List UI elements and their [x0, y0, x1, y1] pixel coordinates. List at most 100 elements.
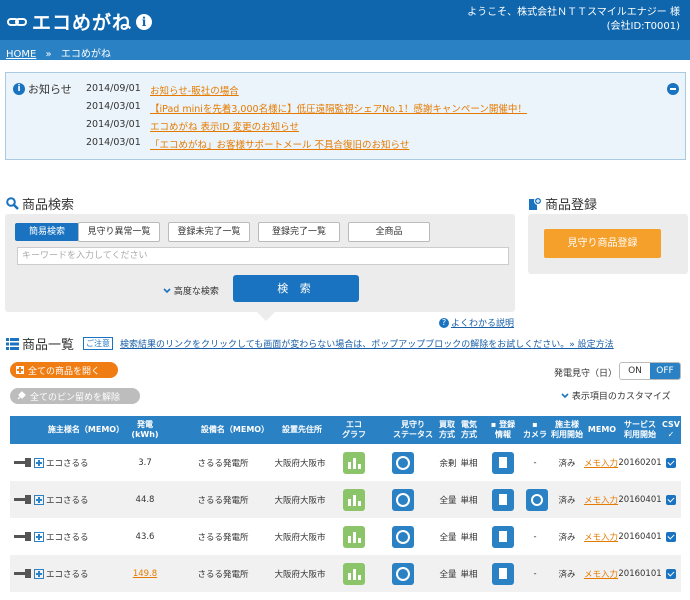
registration-icon[interactable] [492, 525, 514, 548]
device-cell: さるる発電所 [197, 458, 249, 469]
pin-icon[interactable] [14, 532, 34, 541]
graph-icon[interactable] [343, 488, 365, 511]
customize-columns[interactable]: 表示項目のカスタマイズ [561, 389, 671, 402]
news-panel: i お知らせ 2014/09/01 お知らせ-販社の場合 2014/03/01 … [5, 72, 686, 160]
toggle-on[interactable]: ON [620, 363, 650, 379]
col-graph-line2: グラフ [342, 430, 366, 439]
pin-icon[interactable] [14, 495, 34, 504]
col-buy-line2: 方式 [439, 430, 455, 439]
pin-icon[interactable] [14, 458, 34, 467]
search-button[interactable]: 検 索 [233, 275, 359, 302]
tab-all-products[interactable]: 全商品 [348, 222, 430, 242]
graph-icon[interactable] [343, 525, 365, 548]
memo-cell: メモ入力 [584, 481, 618, 518]
elec-cell: 単相 [460, 495, 478, 506]
memo-link[interactable]: メモ入力 [584, 457, 618, 469]
registration-icon[interactable] [492, 488, 514, 511]
tab-complete[interactable]: 登録完了一覧 [258, 222, 340, 242]
pin-icon[interactable] [14, 569, 34, 578]
csv-checkbox[interactable] [666, 568, 676, 579]
col-service-start[interactable]: サービス 利用開始 [620, 416, 660, 444]
expand-icon[interactable] [34, 494, 44, 505]
news-link[interactable]: エコめがね 表示ID 変更のお知らせ [150, 119, 299, 137]
news-title: お知らせ [28, 83, 72, 96]
registration-icon[interactable] [492, 562, 514, 585]
csv-checkbox[interactable] [666, 531, 676, 542]
graph-icon[interactable] [343, 562, 365, 585]
watch-status-icon[interactable] [392, 488, 414, 511]
help-link[interactable]: ? よくわかる説明 [438, 316, 514, 329]
col-location[interactable]: 設置先住所 [272, 416, 332, 444]
advanced-search-toggle[interactable]: 高度な検索 [163, 284, 219, 297]
device-cell: さるる発電所 [197, 569, 249, 580]
memo-link[interactable]: メモ入力 [584, 494, 618, 506]
popup-settings-link[interactable]: 検索結果のリンクをクリックしても画面が変わらない場合は、ポップアップブロックの解… [120, 337, 614, 350]
csv-checkbox[interactable] [666, 494, 676, 505]
csv-cell [664, 481, 678, 518]
notice-badge: ご注意 [83, 337, 114, 350]
col-elec[interactable]: 電気 方式 [458, 416, 480, 444]
tab-simple-search[interactable]: 簡易検索 [15, 223, 86, 241]
owner-name: エコさるる [46, 569, 89, 580]
camera-icon[interactable] [526, 488, 548, 511]
watch-status-icon[interactable] [392, 525, 414, 548]
col-kwh[interactable]: 発電 (kWh) [130, 416, 160, 444]
watch-status-icon[interactable] [392, 451, 414, 474]
expand-icon[interactable] [34, 568, 44, 579]
col-device[interactable]: 設備名（MEMO） [190, 416, 280, 444]
reg-cell [492, 481, 514, 518]
watch-cell [392, 555, 414, 592]
kwh-link[interactable]: 149.8 [133, 569, 157, 579]
collapse-icon[interactable] [667, 83, 679, 95]
graph-cell [343, 518, 365, 555]
news-heading: i お知らせ [13, 81, 72, 97]
toggle-off[interactable]: OFF [650, 363, 680, 379]
expand-icon[interactable] [34, 457, 44, 468]
watch-status-icon[interactable] [392, 562, 414, 585]
watch-toggle[interactable]: ON OFF [619, 362, 681, 380]
memo-link[interactable]: メモ入力 [584, 531, 618, 543]
open-all-button[interactable]: 全ての商品を開く [10, 362, 118, 378]
camera-cell: - [533, 568, 537, 579]
app-title: エコめがね [32, 12, 133, 34]
news-date: 2014/03/01 [86, 137, 141, 148]
registration-icon[interactable] [492, 451, 514, 474]
col-watch[interactable]: 見守り ステータス [388, 416, 438, 444]
graph-cell [343, 481, 365, 518]
info-icon[interactable]: i [136, 13, 153, 30]
graph-icon[interactable] [343, 451, 365, 474]
col-camera-label: カメラ [523, 430, 547, 439]
keyword-input[interactable] [17, 247, 509, 265]
tab-watch-errors[interactable]: 見守り異常一覧 [78, 222, 160, 242]
reg-cell [492, 444, 514, 481]
memo-link[interactable]: メモ入力 [584, 568, 618, 580]
unpin-all-button[interactable]: 全てのピン留めを解除 [10, 388, 140, 404]
welcome-line: ようこそ、株式会社ＮＴＴスマイルエナジー 様 [467, 7, 680, 18]
breadcrumb-home-link[interactable]: HOME [6, 49, 36, 60]
tab-incomplete[interactable]: 登録未完了一覧 [168, 222, 250, 242]
col-buy[interactable]: 買取 方式 [436, 416, 458, 444]
news-item: 2014/03/01 「エコめがね」お客様サポートメール 不具合復旧のお知らせ [86, 137, 527, 155]
add-product-icon [529, 196, 542, 210]
col-reg: ▪ 登録 情報 [488, 416, 518, 444]
csv-checkbox[interactable] [666, 457, 676, 468]
col-owner[interactable]: 施主様名（MEMO） [40, 416, 132, 444]
graph-cell [343, 555, 365, 592]
check-all-icon[interactable]: ✓ [668, 430, 675, 440]
news-link[interactable]: 【iPad miniを先着3,000名様に】低圧遠隔監視シェアNo.1！感謝キャ… [150, 101, 527, 119]
table-row: エコさるる 43.6 さるる発電所 大阪府大阪市 全量 単相 - 済み メモ入力… [10, 518, 681, 555]
csv-cell [664, 518, 678, 555]
expand-icon[interactable] [34, 531, 44, 542]
owner-name: エコさるる [46, 495, 89, 506]
location-cell: 大阪府大阪市 [274, 569, 326, 580]
device-cell: さるる発電所 [197, 532, 249, 543]
search-icon [6, 197, 19, 210]
register-product-button[interactable]: 見守り商品登録 [544, 229, 661, 258]
col-owner-start[interactable]: 施主様 利用開始 [550, 416, 584, 444]
owner-cell: エコさるる [34, 481, 94, 518]
news-link[interactable]: 「エコめがね」お客様サポートメール 不具合復旧のお知らせ [150, 137, 409, 155]
news-link[interactable]: お知らせ-販社の場合 [150, 83, 239, 101]
app-logo[interactable]: エコめがね i [6, 8, 153, 35]
col-kwh-line2: (kWh) [131, 430, 159, 439]
memo-cell: メモ入力 [584, 555, 618, 592]
